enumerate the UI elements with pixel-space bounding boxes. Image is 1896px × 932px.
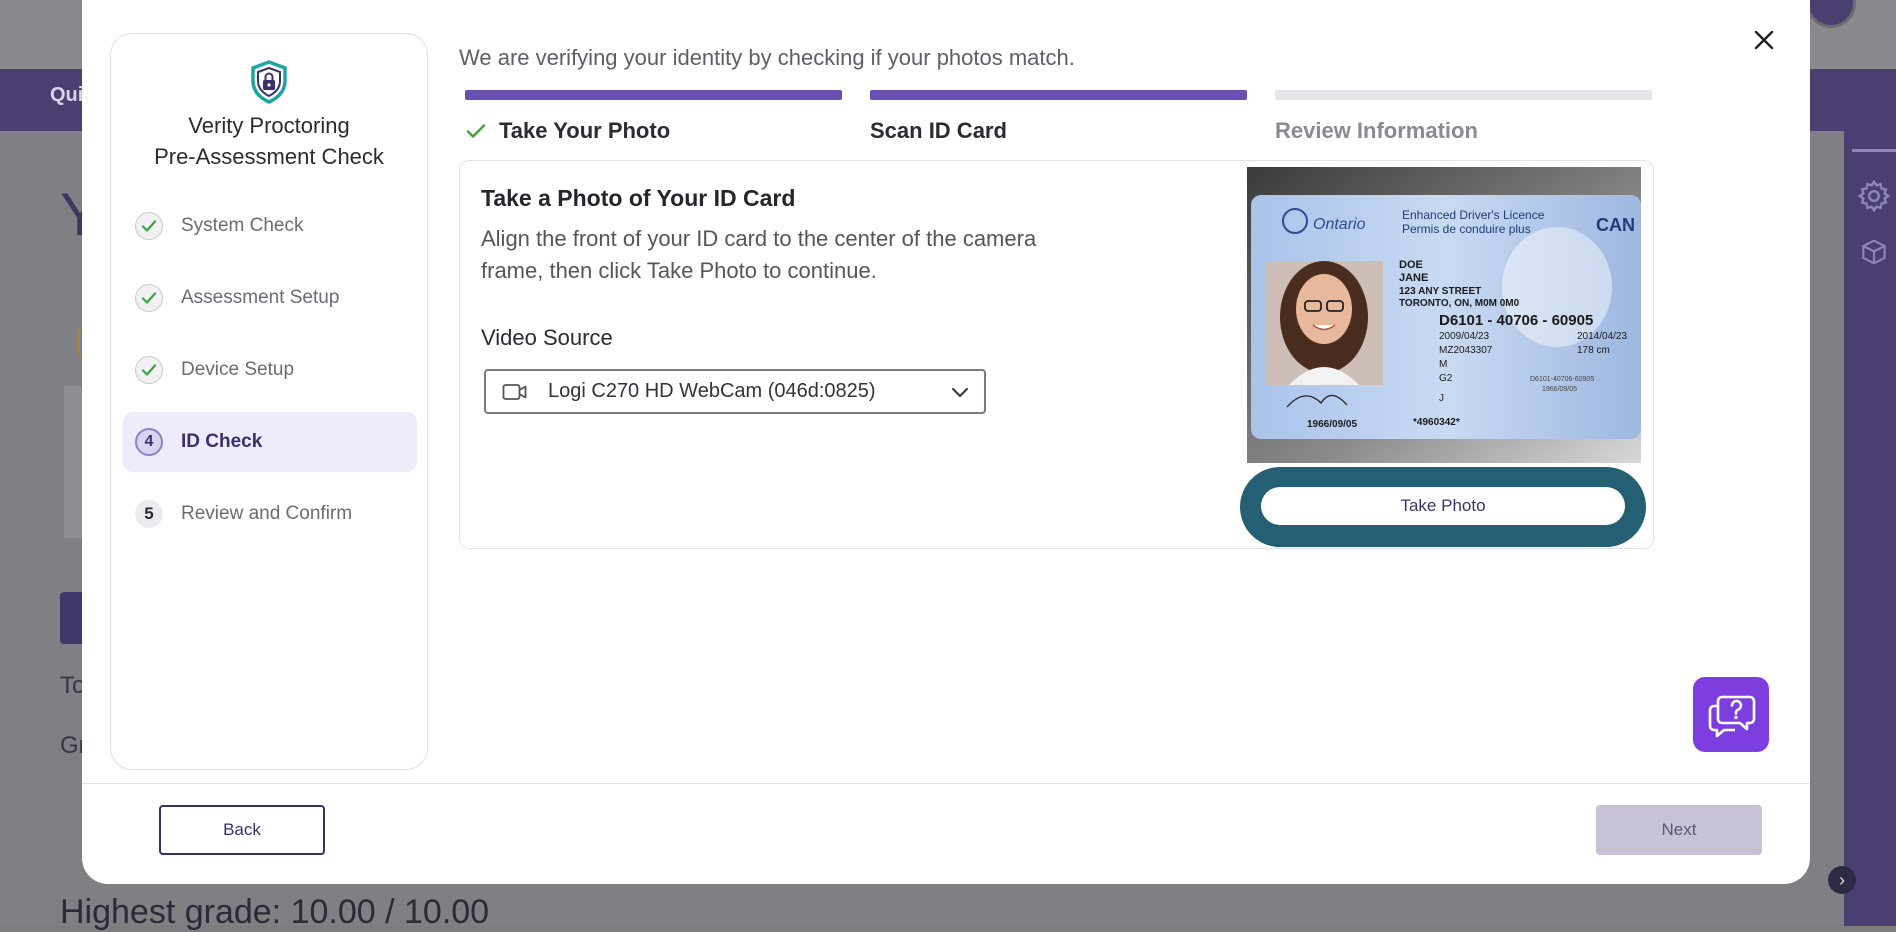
id-licence-fr: Permis de conduire plus — [1402, 222, 1531, 236]
step-label: ID Check — [181, 431, 263, 452]
camera-preview: Ontario Enhanced Driver's Licence Permis… — [1247, 167, 1641, 463]
id-conditions: J — [1439, 393, 1444, 404]
step-check-icon — [135, 212, 163, 240]
help-chat-icon — [1708, 695, 1756, 738]
background-chevron-right-icon: › — [1828, 866, 1856, 894]
id-given-name: JANE — [1399, 272, 1428, 284]
id-reference: MZ2043307 — [1439, 345, 1493, 356]
progress-label-take-your-photo: Take Your Photo — [499, 118, 671, 143]
progress-segment-scan-id-card — [870, 90, 1247, 100]
id-licence-en: Enhanced Driver's Licence — [1402, 208, 1545, 222]
step-label: Device Setup — [181, 359, 295, 380]
id-number: D6101 - 40706 - 60905 — [1439, 312, 1593, 329]
close-icon[interactable] — [1748, 24, 1780, 56]
background-highest-grade: Highest grade: 10.00 / 10.00 — [60, 893, 490, 931]
shield-lock-icon — [251, 60, 287, 104]
step-review-and-confirm[interactable]: 5 Review and Confirm — [123, 484, 417, 544]
panel-description: Align the front of your ID card to the c… — [481, 226, 1037, 283]
back-button[interactable]: Back — [159, 805, 325, 855]
id-capture-panel: Take a Photo of Your ID Card Align the f… — [459, 160, 1654, 549]
id-sex: M — [1439, 359, 1447, 370]
step-check-icon — [135, 284, 163, 312]
step-device-setup[interactable]: Device Setup — [123, 340, 417, 400]
id-country: CAN — [1596, 215, 1635, 235]
step-label: Assessment Setup — [181, 287, 340, 308]
video-source-value: Logi C270 HD WebCam (046d:0825) — [548, 380, 876, 402]
id-small-number: D6101-40706-60905 — [1530, 376, 1594, 383]
id-barcode-number: *4960342* — [1413, 417, 1460, 428]
background-box-icon — [1862, 239, 1886, 265]
take-photo-focus-ring: Take Photo — [1240, 467, 1646, 547]
step-label: System Check — [181, 215, 304, 236]
pre-assessment-modal: Verity Proctoring Pre-Assessment Check S… — [82, 0, 1810, 884]
background-right-line — [1852, 149, 1896, 152]
step-check-icon — [135, 356, 163, 384]
progress-label-scan-id-card: Scan ID Card — [870, 118, 1007, 143]
video-camera-icon — [502, 383, 527, 400]
background-nav-label: Qui — [50, 84, 84, 106]
id-small-dob: 1966/09/05 — [1542, 386, 1577, 393]
id-surname: DOE — [1399, 259, 1423, 271]
take-photo-button[interactable]: Take Photo — [1261, 487, 1625, 525]
intro-text: We are verifying your identity by checki… — [459, 45, 1075, 70]
video-source-label: Video Source — [481, 325, 613, 350]
footer-divider — [82, 783, 1810, 784]
panel-title: Take a Photo of Your ID Card — [481, 185, 796, 211]
sidebar-title: Verity Proctoring Pre-Assessment Check — [111, 110, 427, 172]
step-id-check[interactable]: 4 ID Check — [123, 412, 417, 472]
step-label: Review and Confirm — [181, 503, 353, 524]
step-list: System Check Assessment Setup Device Set… — [123, 196, 417, 556]
id-height: 178 cm — [1577, 345, 1610, 356]
steps-sidebar: Verity Proctoring Pre-Assessment Check S… — [110, 33, 428, 770]
id-address1: 123 ANY STREET — [1399, 286, 1481, 297]
progress-label-review-information: Review Information — [1275, 118, 1478, 143]
check-icon — [466, 124, 486, 138]
id-address2: TORONTO, ON, M0M 0M0 — [1399, 298, 1520, 309]
step-number: 4 — [135, 428, 163, 456]
next-button[interactable]: Next — [1596, 805, 1762, 855]
id-class: G2 — [1439, 373, 1453, 384]
help-button[interactable] — [1693, 677, 1769, 752]
chevron-down-icon — [952, 387, 968, 397]
step-assessment-setup[interactable]: Assessment Setup — [123, 268, 417, 328]
video-source-select[interactable]: Logi C270 HD WebCam (046d:0825) — [484, 369, 986, 414]
id-issue-date: 2009/04/23 — [1439, 331, 1489, 342]
step-system-check[interactable]: System Check — [123, 196, 417, 256]
id-expiry-date: 2014/04/23 — [1577, 331, 1627, 342]
id-dob: 1966/09/05 — [1307, 419, 1357, 430]
step-number: 5 — [135, 500, 163, 528]
progress-segment-take-your-photo — [465, 90, 842, 100]
progress-segment-review-information — [1275, 90, 1652, 100]
sidebar-title-line2: Pre-Assessment Check — [154, 144, 384, 169]
id-province: Ontario — [1313, 216, 1366, 233]
background-gear-icon — [1857, 179, 1891, 213]
sidebar-title-line1: Verity Proctoring — [188, 113, 350, 138]
